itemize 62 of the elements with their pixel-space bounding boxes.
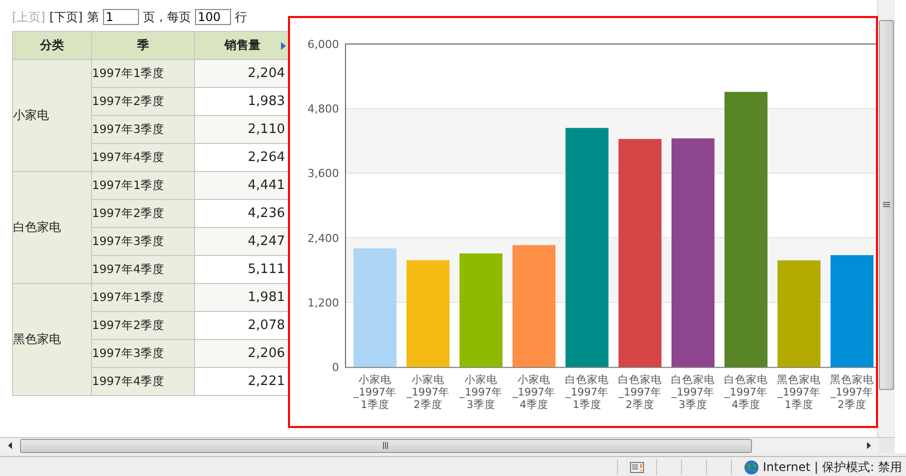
axis-label: 6,000: [308, 38, 339, 51]
axis-label: 3,600: [308, 167, 339, 180]
table-cell: 4,236: [194, 200, 290, 228]
table-cell: 4,441: [194, 172, 290, 200]
table-cell: 5,111: [194, 256, 290, 284]
table-cell: 白色家电: [12, 172, 92, 284]
globe-icon: [744, 460, 759, 474]
rows-label: 行: [234, 8, 247, 26]
grip-icon: [383, 442, 389, 449]
column-header[interactable]: 销售量: [194, 32, 290, 60]
axis-label: 白色家电 _1997年 4季度: [724, 374, 768, 411]
table-cell: 1997年3季度: [92, 116, 194, 144]
axis-label: 黑色家电 _1997年 2季度: [830, 374, 874, 411]
axis-label: 白色家电 _1997年 1季度: [565, 374, 609, 411]
axis-label: 黑色家电 _1997年 1季度: [777, 374, 821, 411]
table-cell: 黑色家电: [12, 284, 92, 396]
grip-icon: [883, 202, 890, 208]
column-header[interactable]: 季: [92, 32, 194, 60]
table-cell: 1997年4季度: [92, 144, 194, 172]
table-cell: 1997年3季度: [92, 228, 194, 256]
axis-label: 0: [332, 361, 339, 374]
left-arrow-icon: [8, 442, 12, 449]
table-cell: 2,078: [194, 312, 290, 340]
page-label: 第: [86, 8, 99, 26]
column-header[interactable]: 分类: [12, 32, 92, 60]
table-cell: 4,247: [194, 228, 290, 256]
table-cell: 1997年2季度: [92, 88, 194, 116]
table-cell: 1997年4季度: [92, 256, 194, 284]
table-cell: 小家电: [12, 60, 92, 172]
table-cell: 1,983: [194, 88, 290, 116]
table-cell: 1997年1季度: [92, 60, 194, 88]
axis-label: 小家电 _1997年 3季度: [460, 374, 502, 411]
table-cell: 1997年1季度: [92, 172, 194, 200]
table-cell: 1997年1季度: [92, 284, 194, 312]
axis-label: 小家电 _1997年 2季度: [406, 374, 450, 411]
next-page-link[interactable]: [下页]: [49, 8, 83, 26]
table-cell: 2,110: [194, 116, 290, 144]
table-cell: 1997年3季度: [92, 340, 194, 368]
table-cell: 2,221: [194, 368, 290, 396]
axis-label: 白色家电 _1997年 3季度: [671, 374, 715, 411]
table-cell: 1997年2季度: [92, 200, 194, 228]
table-cell: 1997年4季度: [92, 368, 194, 396]
axis-label: 白色家电 _1997年 2季度: [618, 374, 662, 411]
axis-label: 4,800: [308, 102, 339, 116]
table-cell: 2,264: [194, 144, 290, 172]
table-cell: 2,206: [194, 340, 290, 368]
vertical-scrollbar[interactable]: [877, 0, 895, 437]
table-cell: 1,981: [194, 284, 290, 312]
sort-arrow-icon: [281, 42, 286, 50]
page-icon: [630, 462, 644, 472]
axis-label: 2,400: [308, 232, 339, 245]
security-zone-text: Internet | 保护模式: 禁用: [762, 458, 902, 476]
horizontal-scrollbar[interactable]: [0, 437, 895, 453]
axis-label: 1,200: [308, 296, 339, 310]
table-cell: 1997年2季度: [92, 312, 194, 340]
axis-label: 小家电 _1997年 1季度: [354, 374, 396, 411]
per-page-field[interactable]: 100: [194, 9, 231, 25]
axis-label: 小家电 _1997年 4季度: [512, 374, 556, 411]
table-cell: 2,204: [194, 60, 290, 88]
right-arrow-icon: [867, 442, 871, 449]
page-field[interactable]: 1: [102, 9, 139, 25]
per-page-label: 页，每页: [142, 8, 191, 26]
